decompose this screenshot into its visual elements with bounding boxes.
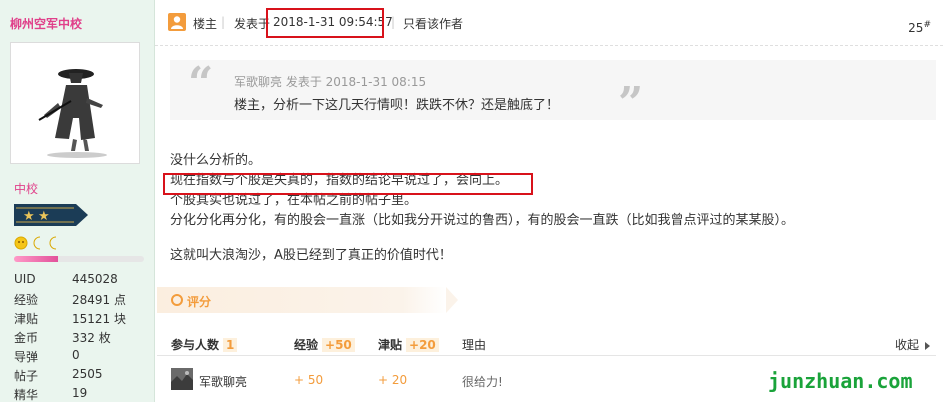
- svg-text:★: ★: [38, 209, 50, 224]
- rater-avatar[interactable]: [171, 368, 193, 390]
- watermark: junzhuan.com: [768, 369, 913, 393]
- rating-label: 评分: [187, 295, 212, 309]
- op-label: 楼主: [193, 17, 218, 31]
- stat-uid: UID 445028: [14, 272, 118, 286]
- rater-reason: 很给力!: [462, 375, 503, 389]
- svg-text:★: ★: [23, 209, 35, 224]
- participants-label-text: 参与人数: [171, 338, 220, 352]
- allowance-total: 津贴 +20: [378, 336, 439, 353]
- rater-allowance: + 20: [378, 373, 408, 387]
- rank-badge-icon: ★ ★: [14, 204, 88, 226]
- allowance-label-text: 津贴: [378, 338, 403, 352]
- exp-total: 经验 +50: [294, 336, 355, 353]
- collapse-button[interactable]: 收起: [895, 336, 930, 353]
- participants-label: 参与人数 1: [171, 336, 238, 353]
- allowance-total-value: +20: [406, 338, 439, 352]
- floor-number-suffix: #: [923, 20, 931, 30]
- stat-gold: 金币 332 枚: [14, 331, 111, 345]
- quote-text: 楼主，分析一下这几天行情呗！跌跌不休？还是触底了！: [234, 98, 560, 113]
- stat-allowance: 津贴 15121 块: [14, 312, 126, 326]
- post-body: 没什么分析的。 现在指数与个股是失真的，指数的结论早说过了，会向上。 个股其实也…: [170, 151, 930, 266]
- rank-progress-bar: [14, 256, 144, 262]
- participants-count: 1: [223, 338, 238, 352]
- exp-total-value: +50: [322, 338, 355, 352]
- username-link[interactable]: 柳州空军中校: [10, 15, 82, 32]
- stat-missile: 导弹 0: [14, 348, 80, 364]
- posted-at-label: 发表于: [234, 17, 271, 31]
- reason-label: 理由: [462, 338, 487, 352]
- avatar[interactable]: [10, 42, 140, 164]
- floor-number-value: 25: [908, 21, 924, 35]
- post-line: 没什么分析的。: [170, 153, 262, 168]
- quote-close-icon: ”: [618, 78, 644, 129]
- separator: |: [391, 15, 396, 29]
- user-sidebar: 柳州空军中校 中校 ★ ★ UID 445028 经验 28491 点 津贴 1512…: [0, 0, 155, 402]
- user-stats: UID 445028 经验 28491 点 津贴 15121 块 金币 332 枚 导弹…: [14, 272, 144, 402]
- quote-meta: 军歌聊亮 发表于 2018-1-31 08:15: [234, 75, 427, 89]
- rank-title: 中校: [14, 182, 39, 196]
- stat-posts: 帖子 2505: [14, 367, 103, 383]
- rating-icon: [171, 294, 183, 306]
- separator: |: [221, 15, 226, 29]
- rater-exp: + 50: [294, 373, 324, 387]
- post-line: 分化分化再分化，有的股会一直涨（比如我分开说过的鲁西），有的股会一直跌（比如我曾…: [170, 213, 795, 228]
- author-icon: [168, 13, 186, 31]
- stat-experience: 经验 28491 点: [14, 293, 126, 307]
- rater-name-link[interactable]: 军歌聊亮: [199, 373, 247, 390]
- text-highlight-box: [163, 173, 533, 195]
- rating-banner: 评分: [157, 287, 458, 313]
- post-line: 这就叫大浪淘沙，A股已经到了真正的价值时代！: [170, 248, 452, 263]
- rank-level-icons: [14, 236, 57, 250]
- only-author-link[interactable]: 只看该作者: [403, 15, 463, 32]
- stat-digest: 精华 19: [14, 386, 88, 402]
- quote-open-icon: “: [188, 58, 214, 109]
- floor-number[interactable]: 25#: [908, 20, 931, 35]
- time-highlight-box: [266, 8, 384, 38]
- quote-block: “ 军歌聊亮 发表于 2018-1-31 08:15 楼主，分析一下这几天行情呗…: [170, 58, 936, 129]
- exp-label-text: 经验: [294, 338, 319, 352]
- rating-header: 参与人数 1 经验 +50 津贴 +20 理由 收起: [157, 328, 936, 356]
